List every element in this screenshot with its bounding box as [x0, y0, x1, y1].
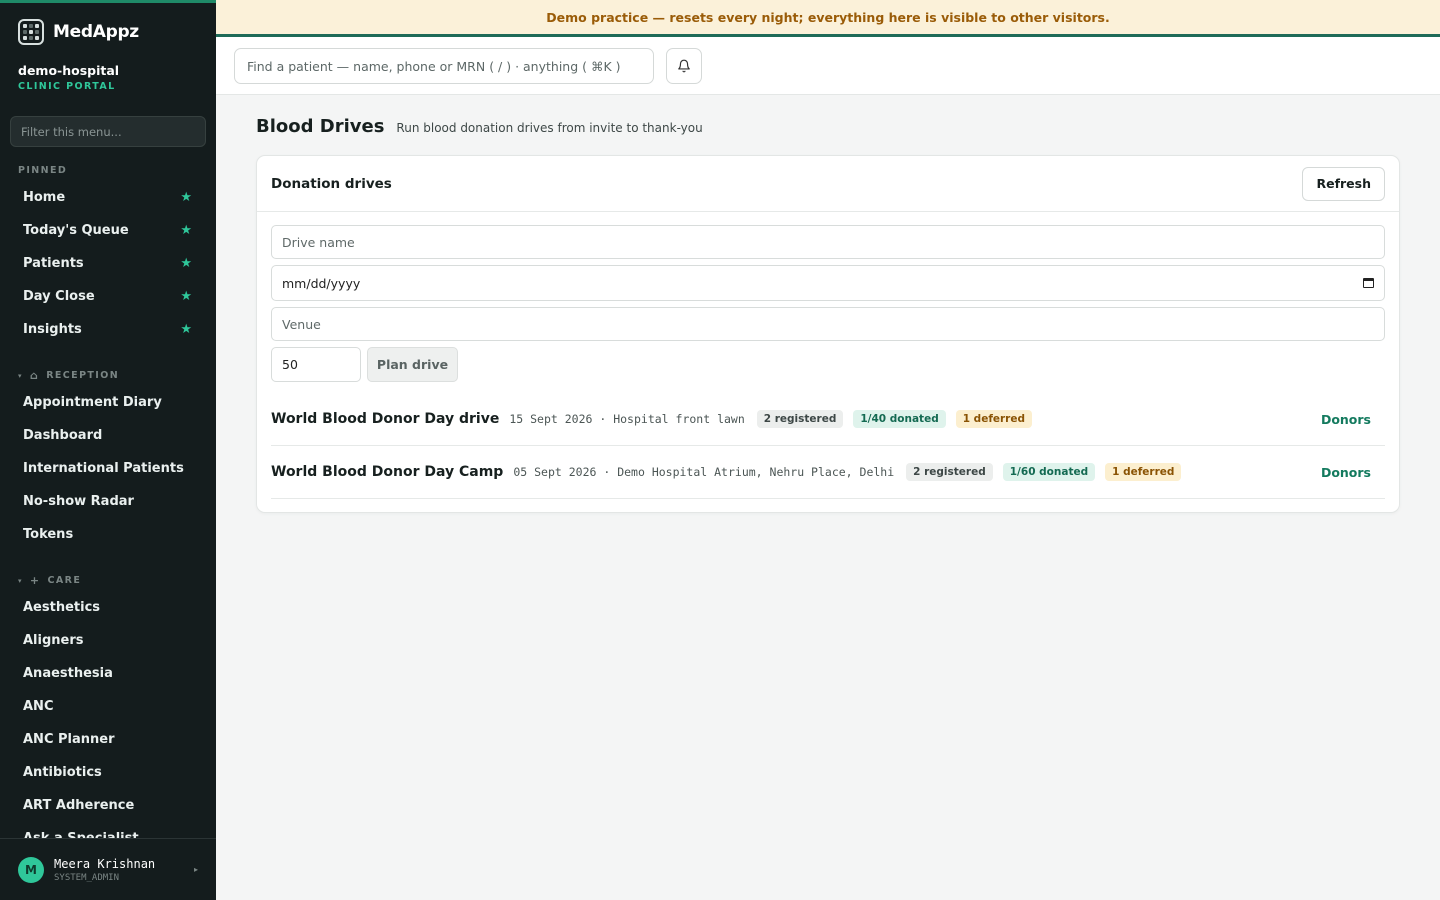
drive-name: World Blood Donor Day Camp [271, 464, 504, 480]
avatar: M [18, 856, 44, 883]
page-title: Blood Drives [256, 116, 385, 137]
section-care[interactable]: ▾ + CARE [18, 574, 81, 587]
org-subtitle: CLINIC PORTAL [18, 81, 116, 92]
sidebar-item-label: Aligners [23, 632, 84, 648]
building-icon: ⌂ [29, 369, 40, 382]
section-reception[interactable]: ▾ ⌂ RECEPTION [18, 369, 119, 382]
sidebar-item-label: Insights [23, 321, 82, 337]
caret-down-icon: ▾ [18, 371, 23, 380]
date-placeholder: mm/dd/yyyy [282, 275, 361, 291]
section-care-label: CARE [47, 575, 82, 586]
registered-badge: 2 registered [756, 410, 844, 428]
sidebar-item-label: Day Close [23, 288, 95, 304]
sidebar-item-anaesthesia[interactable]: Anaesthesia [10, 658, 206, 688]
user-info: Meera Krishnan SYSTEM_ADMIN [54, 857, 155, 883]
brand[interactable]: MedAppz [18, 19, 139, 45]
sidebar-item-label: Patients [23, 255, 84, 271]
sidebar-item-anc[interactable]: ANC [10, 691, 206, 721]
sidebar-item-label: Aesthetics [23, 599, 101, 615]
star-icon[interactable]: ★ [180, 256, 192, 271]
card-header: Donation drives Refresh [257, 156, 1399, 212]
sidebar-item-label: ANC [23, 698, 54, 714]
card-title: Donation drives [271, 175, 392, 192]
star-icon[interactable]: ★ [180, 289, 192, 304]
sidebar-item-aesthetics[interactable]: Aesthetics [10, 592, 206, 622]
refresh-button[interactable]: Refresh [1302, 166, 1385, 201]
page-subtitle: Run blood donation drives from invite to… [396, 121, 703, 135]
sidebar-item-no-show-radar[interactable]: No-show Radar [10, 486, 206, 516]
sidebar-item-dashboard[interactable]: Dashboard [10, 420, 206, 450]
user-menu[interactable]: M Meera Krishnan SYSTEM_ADMIN ▸ [0, 838, 216, 900]
sidebar-item-label: ART Adherence [23, 797, 135, 813]
sidebar-item-international-patients[interactable]: International Patients [10, 453, 206, 483]
star-icon[interactable]: ★ [180, 190, 192, 205]
sidebar-item-patients[interactable]: Patients ★ [10, 248, 206, 278]
sidebar-item-label: Antibiotics [23, 764, 102, 780]
donors-link[interactable]: Donors [1321, 412, 1371, 427]
sidebar-item-label: ANC Planner [23, 731, 115, 747]
sidebar-item-label: No-show Radar [23, 493, 134, 509]
venue-input[interactable] [271, 307, 1385, 341]
capacity-input[interactable] [271, 347, 361, 382]
section-reception-label: RECEPTION [46, 370, 120, 381]
drive-meta: 05 Sept 2026 · Demo Hospital Atrium, Neh… [513, 465, 895, 479]
drive-name-input[interactable] [271, 225, 1385, 259]
user-name: Meera Krishnan [54, 856, 156, 871]
caret-down-icon: ▾ [18, 576, 23, 585]
sidebar-item-label: International Patients [23, 460, 184, 476]
sidebar-item-antibiotics[interactable]: Antibiotics [10, 757, 206, 787]
sidebar-item-home[interactable]: Home ★ [10, 182, 206, 212]
sidebar-item-label: Dashboard [23, 427, 103, 443]
registered-badge: 2 registered [906, 463, 993, 481]
sidebar-item-anc-planner[interactable]: ANC Planner [10, 724, 206, 754]
sidebar-item-todays-queue[interactable]: Today's Queue ★ [10, 215, 206, 245]
calendar-icon[interactable] [1363, 278, 1374, 288]
deferred-badge: 1 deferred [1105, 463, 1182, 481]
bell-icon [678, 59, 690, 73]
drive-name: World Blood Donor Day drive [271, 411, 500, 427]
sidebar-item-label: Appointment Diary [23, 394, 162, 410]
donors-link[interactable]: Donors [1321, 465, 1371, 480]
plan-drive-button[interactable]: Plan drive [367, 347, 458, 382]
sidebar-item-aligners[interactable]: Aligners [10, 625, 206, 655]
section-pinned: PINNED [18, 165, 67, 176]
star-icon[interactable]: ★ [180, 322, 192, 337]
plus-icon: + [29, 574, 41, 587]
sidebar-item-label: Home [23, 189, 66, 205]
sidebar-item-art-adherence[interactable]: ART Adherence [10, 790, 206, 820]
drive-row: World Blood Donor Day Camp 05 Sept 2026 … [271, 446, 1385, 499]
org-name: demo-hospital [18, 63, 120, 78]
sidebar-item-label: Tokens [23, 526, 74, 542]
deferred-badge: 1 deferred [955, 410, 1033, 428]
patient-search-input[interactable] [234, 48, 654, 84]
sidebar-item-insights[interactable]: Insights ★ [10, 314, 206, 344]
user-role: SYSTEM_ADMIN [54, 872, 120, 883]
sidebar-item-label: Today's Queue [23, 222, 129, 238]
notifications-button[interactable] [666, 48, 702, 84]
drive-meta: 15 Sept 2026 · Hospital front lawn [509, 412, 745, 426]
donated-badge: 1/60 donated [1002, 463, 1096, 481]
org-info: demo-hospital CLINIC PORTAL [18, 63, 119, 92]
star-icon[interactable]: ★ [180, 223, 192, 238]
demo-banner: Demo practice — resets every night; ever… [216, 0, 1440, 37]
sidebar-item-tokens[interactable]: Tokens [10, 519, 206, 549]
brand-name: MedAppz [53, 22, 139, 42]
donation-drives-card: Donation drives Refresh mm/dd/yyyy Plan … [256, 155, 1400, 513]
donated-badge: 1/40 donated [853, 410, 946, 428]
medappz-logo-icon [18, 19, 44, 45]
sidebar-item-day-close[interactable]: Day Close ★ [10, 281, 206, 311]
sidebar: MedAppz demo-hospital CLINIC PORTAL PINN… [0, 0, 216, 900]
section-pinned-label: PINNED [18, 165, 68, 176]
topbar [216, 37, 1440, 95]
page-header: Blood Drives Run blood donation drives f… [256, 116, 703, 137]
chevron-icon: ▸ [193, 865, 198, 874]
drive-row: World Blood Donor Day drive 15 Sept 2026… [271, 393, 1385, 446]
menu-filter-input[interactable] [10, 116, 206, 147]
sidebar-item-label: Anaesthesia [23, 665, 113, 681]
drive-date-input[interactable]: mm/dd/yyyy [271, 265, 1385, 301]
sidebar-item-appointment-diary[interactable]: Appointment Diary [10, 387, 206, 417]
